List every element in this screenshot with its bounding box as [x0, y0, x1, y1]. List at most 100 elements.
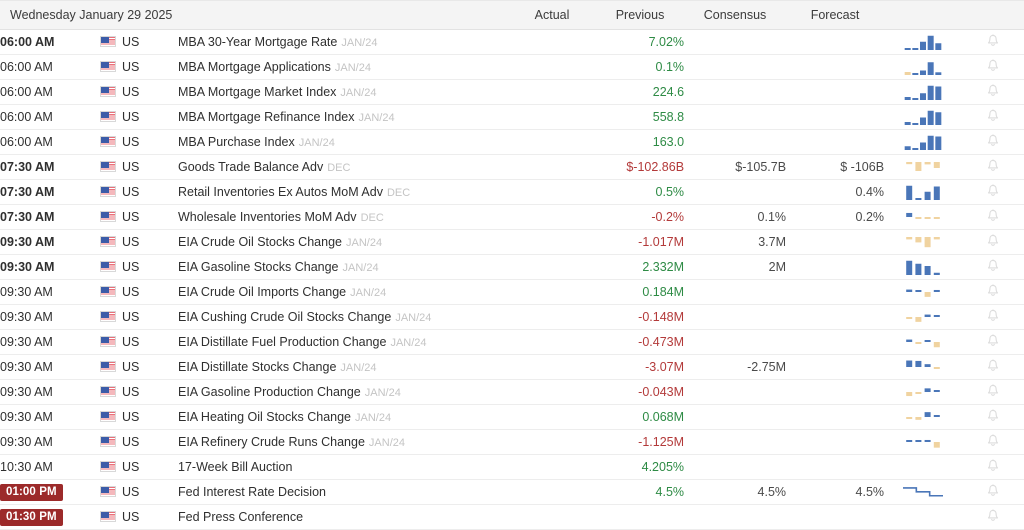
event-name[interactable]: EIA Cushing Crude Oil Stocks Change JAN/2… — [178, 304, 509, 330]
event-sparkline-chart[interactable] — [884, 279, 963, 305]
event-name[interactable]: EIA Gasoline Stocks Change JAN/24 — [178, 254, 509, 280]
calendar-event-row[interactable]: 06:00 AM US MBA Mortgage Refinance Index JA… — [0, 104, 1024, 130]
calendar-event-row[interactable]: 09:30 AM US EIA Gasoline Production Change… — [0, 379, 1024, 405]
event-name[interactable]: EIA Crude Oil Imports Change JAN/24 — [178, 279, 509, 305]
event-name[interactable]: EIA Distillate Fuel Production Change JAN… — [178, 329, 509, 355]
event-name[interactable]: 17-Week Bill Auction — [178, 454, 509, 480]
event-alert-toggle[interactable] — [962, 229, 1024, 255]
event-sparkline-chart[interactable] — [884, 29, 963, 55]
calendar-event-row[interactable]: 06:00 AM US MBA Purchase Index JAN/24 163.0 — [0, 129, 1024, 155]
bell-icon[interactable] — [987, 158, 999, 173]
calendar-event-row[interactable]: 06:00 AM US MBA 30-Year Mortgage Rate JAN/2… — [0, 29, 1024, 55]
event-sparkline-chart[interactable] — [884, 54, 963, 80]
event-sparkline-chart[interactable] — [884, 429, 963, 455]
event-sparkline-chart[interactable] — [884, 204, 963, 230]
event-name[interactable]: EIA Distillate Stocks Change JAN/24 — [178, 354, 509, 380]
column-header-consensus[interactable]: Consensus — [684, 0, 787, 30]
event-name[interactable]: EIA Heating Oil Stocks Change JAN/24 — [178, 404, 509, 430]
bell-icon[interactable] — [987, 308, 999, 323]
event-name[interactable]: Goods Trade Balance Adv DEC — [178, 154, 509, 180]
event-sparkline-chart[interactable] — [884, 229, 963, 255]
calendar-event-row[interactable]: 01:30 PM US Fed Press Conference — [0, 504, 1024, 530]
column-header-previous[interactable]: Previous — [596, 0, 685, 30]
column-header-actual[interactable]: Actual — [508, 0, 597, 30]
event-sparkline-chart[interactable] — [884, 504, 963, 530]
event-name[interactable]: MBA Purchase Index JAN/24 — [178, 129, 509, 155]
event-alert-toggle[interactable] — [962, 129, 1024, 155]
event-alert-toggle[interactable] — [962, 279, 1024, 305]
event-alert-toggle[interactable] — [962, 79, 1024, 105]
bell-icon[interactable] — [987, 408, 999, 423]
event-name[interactable]: Fed Interest Rate Decision — [178, 479, 509, 505]
bell-icon[interactable] — [987, 133, 999, 148]
event-name[interactable]: MBA 30-Year Mortgage Rate JAN/24 — [178, 29, 509, 55]
calendar-event-row[interactable]: 09:30 AM US EIA Distillate Stocks Change JA… — [0, 354, 1024, 380]
event-name[interactable]: Wholesale Inventories MoM Adv DEC — [178, 204, 509, 230]
bell-icon[interactable] — [987, 383, 999, 398]
calendar-event-row[interactable]: 09:30 AM US EIA Refinery Crude Runs Change… — [0, 429, 1024, 455]
event-alert-toggle[interactable] — [962, 179, 1024, 205]
event-sparkline-chart[interactable] — [884, 304, 963, 330]
bell-icon[interactable] — [987, 233, 999, 248]
event-alert-toggle[interactable] — [962, 429, 1024, 455]
event-alert-toggle[interactable] — [962, 204, 1024, 230]
event-name[interactable]: EIA Refinery Crude Runs Change JAN/24 — [178, 429, 509, 455]
bell-icon[interactable] — [987, 358, 999, 373]
bell-icon[interactable] — [987, 183, 999, 198]
event-sparkline-chart[interactable] — [884, 379, 963, 405]
calendar-event-row[interactable]: 06:00 AM US MBA Mortgage Market Index JAN/2… — [0, 79, 1024, 105]
bell-icon[interactable] — [987, 433, 999, 448]
event-name[interactable]: MBA Mortgage Applications JAN/24 — [178, 54, 509, 80]
event-name[interactable]: EIA Crude Oil Stocks Change JAN/24 — [178, 229, 509, 255]
event-alert-toggle[interactable] — [962, 304, 1024, 330]
event-sparkline-chart[interactable] — [884, 104, 963, 130]
event-name[interactable]: EIA Gasoline Production Change JAN/24 — [178, 379, 509, 405]
event-alert-toggle[interactable] — [962, 54, 1024, 80]
event-alert-toggle[interactable] — [962, 404, 1024, 430]
event-alert-toggle[interactable] — [962, 329, 1024, 355]
event-sparkline-chart[interactable] — [884, 129, 963, 155]
bell-icon[interactable] — [987, 483, 999, 498]
event-alert-toggle[interactable] — [962, 354, 1024, 380]
calendar-event-row[interactable]: 06:00 AM US MBA Mortgage Applications JAN/2… — [0, 54, 1024, 80]
bell-icon[interactable] — [987, 83, 999, 98]
event-sparkline-chart[interactable] — [884, 354, 963, 380]
event-sparkline-chart[interactable] — [884, 179, 963, 205]
column-header-forecast[interactable]: Forecast — [786, 0, 885, 30]
event-sparkline-chart[interactable] — [884, 329, 963, 355]
calendar-event-row[interactable]: 09:30 AM US EIA Gasoline Stocks Change JAN/… — [0, 254, 1024, 280]
event-name[interactable]: Retail Inventories Ex Autos MoM Adv DEC — [178, 179, 509, 205]
event-sparkline-chart[interactable] — [884, 404, 963, 430]
calendar-event-row[interactable]: 10:30 AM US 17-Week Bill Auction 4.205% — [0, 454, 1024, 480]
event-alert-toggle[interactable] — [962, 379, 1024, 405]
event-alert-toggle[interactable] — [962, 504, 1024, 530]
calendar-event-row[interactable]: 01:00 PM US Fed Interest Rate Decision 4.5%… — [0, 479, 1024, 505]
calendar-event-row[interactable]: 09:30 AM US EIA Crude Oil Imports Change JA… — [0, 279, 1024, 305]
bell-icon[interactable] — [987, 333, 999, 348]
event-alert-toggle[interactable] — [962, 479, 1024, 505]
calendar-event-row[interactable]: 07:30 AM US Goods Trade Balance Adv DEC $-10… — [0, 154, 1024, 180]
bell-icon[interactable] — [987, 108, 999, 123]
event-name[interactable]: MBA Mortgage Market Index JAN/24 — [178, 79, 509, 105]
event-sparkline-chart[interactable] — [884, 154, 963, 180]
event-sparkline-chart[interactable] — [884, 454, 963, 480]
event-sparkline-chart[interactable] — [884, 479, 963, 505]
event-alert-toggle[interactable] — [962, 454, 1024, 480]
event-alert-toggle[interactable] — [962, 154, 1024, 180]
bell-icon[interactable] — [987, 458, 999, 473]
bell-icon[interactable] — [987, 33, 999, 48]
event-name[interactable]: Fed Press Conference — [178, 504, 509, 530]
event-alert-toggle[interactable] — [962, 104, 1024, 130]
event-sparkline-chart[interactable] — [884, 79, 963, 105]
bell-icon[interactable] — [987, 58, 999, 73]
event-name[interactable]: MBA Mortgage Refinance Index JAN/24 — [178, 104, 509, 130]
bell-icon[interactable] — [987, 283, 999, 298]
event-alert-toggle[interactable] — [962, 29, 1024, 55]
event-alert-toggle[interactable] — [962, 254, 1024, 280]
bell-icon[interactable] — [987, 508, 999, 523]
calendar-event-row[interactable]: 09:30 AM US EIA Heating Oil Stocks Change J… — [0, 404, 1024, 430]
calendar-event-row[interactable]: 09:30 AM US EIA Cushing Crude Oil Stocks C… — [0, 304, 1024, 330]
calendar-event-row[interactable]: 09:30 AM US EIA Crude Oil Stocks Change JAN… — [0, 229, 1024, 255]
event-sparkline-chart[interactable] — [884, 254, 963, 280]
bell-icon[interactable] — [987, 208, 999, 223]
